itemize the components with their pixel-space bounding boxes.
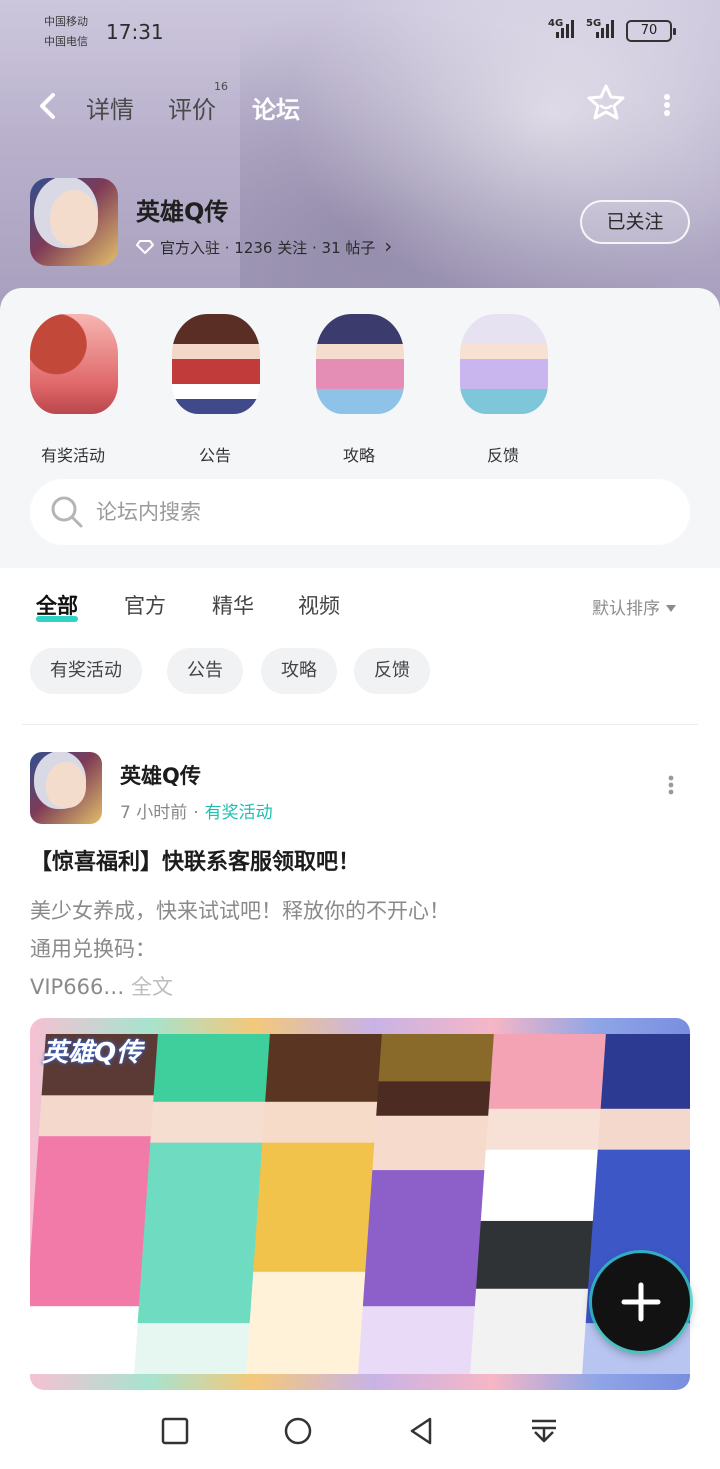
feed-tab-all[interactable]: 全部 xyxy=(36,590,78,622)
post-body-line: 美少女养成，快来试试吧！释放你的不开心！ xyxy=(30,899,450,923)
post-body-line: 通用兑换码： xyxy=(30,937,156,961)
search-bar[interactable] xyxy=(30,479,690,545)
filter-chip-announcement[interactable]: 公告 xyxy=(167,648,243,694)
more-vertical-icon[interactable] xyxy=(666,774,676,796)
chevron-right-icon: › xyxy=(384,234,393,258)
divider xyxy=(22,724,698,725)
home-icon[interactable] xyxy=(283,1416,313,1446)
post-banner-image[interactable]: 英雄Q传 xyxy=(30,1018,690,1390)
category-event[interactable]: 有奖活动 xyxy=(18,304,128,465)
avatar[interactable] xyxy=(30,752,102,824)
event-character-icon xyxy=(30,314,118,414)
diamond-icon xyxy=(136,240,154,254)
sort-dropdown[interactable]: 默认排序 xyxy=(592,594,676,619)
post-tag[interactable]: 有奖活动 xyxy=(205,803,273,823)
feed-tab-featured[interactable]: 精华 xyxy=(212,590,254,620)
signal-icon xyxy=(556,18,582,38)
app-meta[interactable]: 官方入驻 · 1236 关注 · 31 帖子 › xyxy=(136,234,392,258)
feed-tab-video[interactable]: 视频 xyxy=(298,590,340,620)
category-feedback[interactable]: 反馈 xyxy=(448,304,558,465)
search-input[interactable] xyxy=(96,479,656,545)
more-vertical-icon[interactable] xyxy=(660,92,674,118)
search-icon xyxy=(51,496,83,528)
banner-logo: 英雄Q传 xyxy=(42,1038,143,1068)
plus-icon xyxy=(621,1282,661,1322)
guide-character-icon xyxy=(316,314,404,414)
sort-label: 默认排序 xyxy=(592,599,660,619)
category-label: 攻略 xyxy=(342,446,375,465)
filter-chip-guide[interactable]: 攻略 xyxy=(261,648,337,694)
app-info: 英雄Q传 官方入驻 · 1236 关注 · 31 帖子 › 已关注 xyxy=(0,178,720,268)
category-label: 反馈 xyxy=(486,446,519,465)
forum-panel: 有奖活动 公告 攻略 反馈 xyxy=(0,288,720,568)
post-author[interactable]: 英雄Q传 xyxy=(120,760,201,790)
tab-forum[interactable]: 论坛 xyxy=(252,90,300,125)
post-title[interactable]: 【惊喜福利】快联系客服领取吧！ xyxy=(30,844,360,876)
category-label: 有奖活动 xyxy=(40,446,105,465)
carrier-labels: 中国移动 中国电信 xyxy=(44,12,88,52)
create-post-button[interactable] xyxy=(592,1253,690,1351)
post-body-line: VIP666… 全文 xyxy=(30,968,450,1006)
system-nav-bar xyxy=(0,1398,720,1469)
announcement-character-icon xyxy=(172,314,260,414)
star-icon[interactable] xyxy=(585,82,627,124)
follow-button[interactable]: 已关注 xyxy=(580,200,690,244)
post-meta: 7 小时前 · 有奖活动 xyxy=(120,803,273,823)
carrier-2: 中国电信 xyxy=(44,35,88,48)
app-header: 中国移动 中国电信 17:31 4G 5G 70 详情 评价 16 论坛 英雄Q… xyxy=(0,0,720,310)
back-arrow-icon[interactable] xyxy=(36,92,60,120)
recent-apps-icon[interactable] xyxy=(160,1416,190,1446)
tab-detail[interactable]: 详情 xyxy=(86,90,134,125)
post-body-code: VIP666… xyxy=(30,975,125,999)
filter-chip-event[interactable]: 有奖活动 xyxy=(30,648,142,694)
back-triangle-icon[interactable] xyxy=(406,1416,436,1446)
post-body[interactable]: 美少女养成，快来试试吧！释放你的不开心！ 通用兑换码： VIP666… 全文 xyxy=(30,892,450,1006)
category-guide[interactable]: 攻略 xyxy=(304,304,414,465)
app-meta-text: 官方入驻 · 1236 关注 · 31 帖子 xyxy=(160,239,376,257)
full-text-link[interactable]: 全文 xyxy=(131,975,173,999)
filter-chip-feedback[interactable]: 反馈 xyxy=(354,648,430,694)
feed-tab-official[interactable]: 官方 xyxy=(124,590,166,620)
category-announcement[interactable]: 公告 xyxy=(160,304,270,465)
review-count-badge: 16 xyxy=(214,80,228,93)
collapse-down-icon[interactable] xyxy=(529,1416,559,1446)
app-icon xyxy=(30,178,118,266)
category-label: 公告 xyxy=(198,446,231,465)
post-time: 7 小时前 xyxy=(120,803,188,823)
tab-review[interactable]: 评价 xyxy=(168,90,216,125)
status-bar: 中国移动 中国电信 17:31 4G 5G 70 xyxy=(0,0,720,60)
top-nav: 详情 评价 16 论坛 xyxy=(0,78,720,134)
app-name: 英雄Q传 xyxy=(136,198,229,226)
carrier-1: 中国移动 xyxy=(44,15,88,28)
status-clock: 17:31 xyxy=(106,20,164,44)
feedback-character-icon xyxy=(460,314,548,414)
signal-icon-2 xyxy=(596,18,622,38)
caret-down-icon xyxy=(666,605,676,612)
battery-indicator: 70 xyxy=(626,20,676,42)
